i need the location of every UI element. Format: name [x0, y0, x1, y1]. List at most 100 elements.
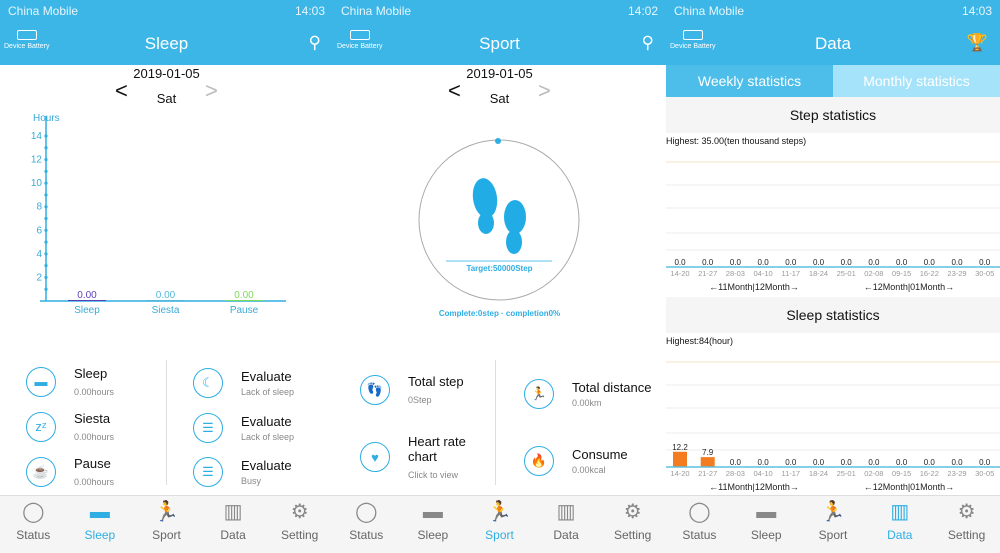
route-icon[interactable]: ⚲ [309, 33, 321, 53]
y-tick-label: 2 [36, 272, 42, 283]
tab-sport[interactable]: 🏃 Sport [466, 496, 533, 553]
tab-data[interactable]: ▥ Data [200, 496, 267, 553]
y-tick-label: 12 [31, 155, 43, 166]
heart-rate-chart-button[interactable]: ♥ Heart rate chart Click to view [360, 434, 478, 480]
tab-monthly-statistics[interactable]: Monthly statistics [833, 65, 1000, 97]
tab-label: Sleep [750, 528, 782, 542]
list-item-siesta: zᶻ Siesta 0.00hours [26, 411, 114, 442]
runner-icon: 🏃 [524, 379, 554, 409]
bar-value-label: 0.0 [951, 458, 963, 467]
month-label: ←11Month|12Month→ [709, 482, 799, 492]
tab-status[interactable]: ◯ Status [666, 496, 733, 553]
gear-icon: ⚙ [957, 501, 976, 523]
x-tick-label: 21-27 [698, 269, 717, 278]
carrier: China Mobile [8, 4, 79, 18]
item-value: 0.00hours [74, 477, 115, 487]
tab-label: Status [16, 528, 51, 542]
item-value: 0Step [408, 395, 432, 405]
x-tick-label: 21-27 [698, 469, 717, 478]
y-tick [44, 240, 48, 244]
item-value: 0.00km [572, 398, 602, 408]
sleep-highest: Highest:84(hour) [666, 336, 734, 346]
prev-day-button[interactable]: < [115, 78, 128, 104]
list-item-total-step: 👣 Total step 0Step [360, 374, 464, 405]
tab-data[interactable]: ▥ Data [866, 496, 933, 553]
runner-icon: 🏃 [154, 501, 179, 523]
x-tick-label: Siesta [152, 305, 180, 316]
footsteps-icon [472, 178, 526, 254]
tab-label: Sleep [417, 528, 449, 542]
tab-sport[interactable]: 🏃 Sport [133, 496, 200, 553]
next-day-button[interactable]: > [538, 78, 551, 104]
y-tick [44, 157, 48, 162]
tab-setting[interactable]: ⚙ Setting [599, 496, 666, 553]
divider [166, 360, 167, 485]
list-item-consume: 🔥 Consume 0.00kcal [524, 446, 628, 476]
header: Device Battery Data 🏆 [666, 22, 1000, 65]
tab-setting[interactable]: ⚙ Setting [266, 496, 333, 553]
runner-icon: 🏃 [487, 501, 512, 523]
bar-value-label: 0.0 [896, 458, 908, 467]
tab-status[interactable]: ◯ Status [0, 496, 67, 553]
y-tick-label: 10 [31, 178, 43, 189]
x-tick-label: 11-17 [781, 469, 800, 478]
x-tick-label: 02-08 [864, 469, 883, 478]
bar-value-label: 0.0 [924, 258, 936, 267]
tab-label: Data [220, 528, 246, 542]
trophy-icon[interactable]: 🏆 [967, 33, 988, 53]
month-label: ←12Month|01Month→ [864, 282, 954, 292]
y-tick [44, 228, 48, 232]
tab-label: Sport [485, 528, 514, 542]
item-value: 0.00kcal [572, 465, 606, 475]
tab-label: Data [887, 528, 913, 542]
bar-value-label: 0.0 [758, 458, 770, 467]
bar-value-label: 7.9 [702, 448, 714, 457]
x-tick-label: 30-05 [975, 269, 994, 278]
tab-sleep[interactable]: ▬ Sleep [400, 496, 467, 553]
footsteps-icon: 👣 [360, 374, 390, 405]
bed-icon: ▬ [89, 501, 110, 523]
x-tick-label: 14-20 [670, 469, 689, 478]
tab-weekly-statistics[interactable]: Weekly statistics [666, 65, 833, 97]
y-tick [44, 264, 48, 268]
item-title: Evaluate [241, 458, 292, 473]
list-item-evaluate-2: ☰ Evaluate Lack of sleep [193, 413, 294, 443]
bar-value-label: 0.0 [730, 458, 742, 467]
y-tick [44, 134, 48, 138]
tab-sleep[interactable]: ▬ Sleep [733, 496, 800, 553]
divider [495, 360, 496, 485]
x-tick-label: 09-15 [892, 269, 911, 278]
bar-value-label: 0.0 [841, 258, 853, 267]
step-statistics-title: Step statistics [666, 97, 1000, 133]
bar-value-label: 0.0 [868, 258, 880, 267]
bar-value-label: 0.0 [951, 258, 963, 267]
x-tick-label: 25-01 [837, 269, 856, 278]
step-highest: Highest: 35.00(ten thousand steps) [666, 136, 807, 146]
tab-setting[interactable]: ⚙ Setting [933, 496, 1000, 553]
x-tick-label: 28-03 [726, 269, 745, 278]
clock: 14:02 [627, 4, 658, 18]
bar-value-label: 0.00 [234, 290, 254, 301]
prev-day-button[interactable]: < [448, 78, 461, 104]
y-tick [44, 205, 48, 209]
list-icon: ☰ [193, 457, 223, 487]
tab-sleep[interactable]: ▬ Sleep [67, 496, 134, 553]
zz-icon: zᶻ [26, 411, 56, 442]
bar-value-label: 0.0 [813, 458, 825, 467]
bar-value-label: 0.0 [674, 258, 686, 267]
route-icon[interactable]: ⚲ [642, 33, 654, 53]
list-item-evaluate-1: ☾ Evaluate Lack of sleep [193, 368, 294, 398]
flame-icon: 🔥 [524, 446, 554, 476]
list-item-evaluate-3: ☰ Evaluate Busy [193, 457, 292, 487]
tab-label: Setting [947, 528, 986, 542]
next-day-button[interactable]: > [205, 78, 218, 104]
weekday-text: Sat [156, 91, 177, 106]
item-title: Evaluate [241, 414, 292, 429]
status-bar: China Mobile 14:03 [666, 0, 1000, 22]
moon-list-icon: ☾ [193, 368, 223, 398]
bar-value-label: 0.0 [730, 258, 742, 267]
tab-sport[interactable]: 🏃 Sport [800, 496, 867, 553]
tab-status[interactable]: ◯ Status [333, 496, 400, 553]
tab-data[interactable]: ▥ Data [533, 496, 600, 553]
bar [700, 457, 715, 467]
